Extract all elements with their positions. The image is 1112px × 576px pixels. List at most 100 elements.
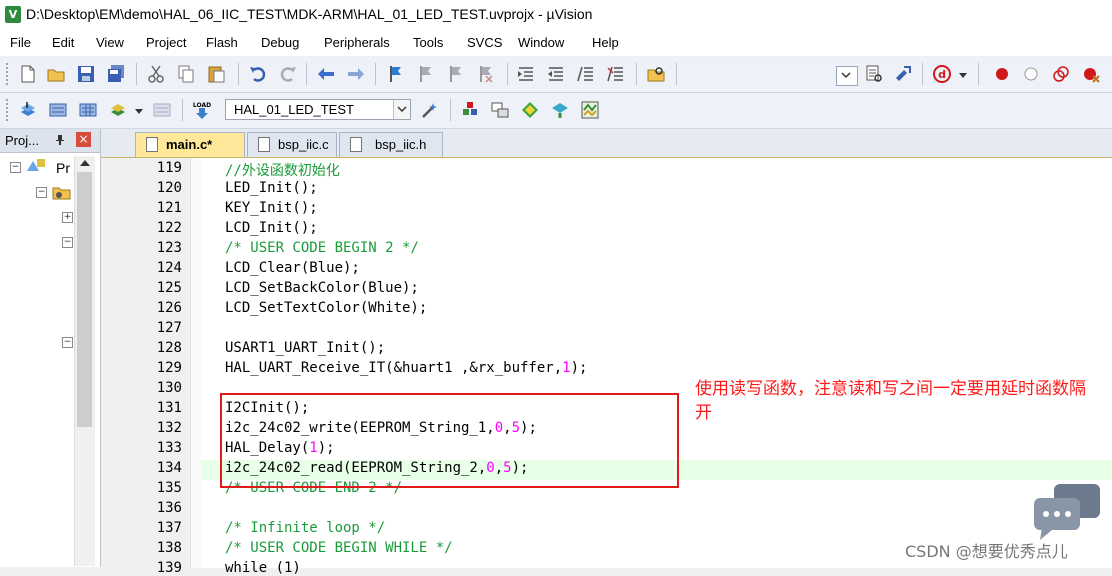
toolbar-grip[interactable]	[6, 63, 11, 85]
prev-bookmark-icon[interactable]	[416, 64, 436, 84]
tab-label: bsp_iic.c	[278, 137, 329, 152]
insert-breakpoint-icon[interactable]	[992, 64, 1012, 84]
navigate-back-icon[interactable]	[316, 64, 336, 84]
code-line: LCD_Init();	[225, 220, 318, 236]
code-line: KEY_Init();	[225, 200, 318, 216]
kill-all-breakpoints-icon[interactable]	[1081, 64, 1101, 84]
target-folder-icon	[52, 187, 71, 200]
toolbar-grip[interactable]	[6, 99, 11, 121]
search-dropdown[interactable]	[836, 66, 858, 86]
build-icon[interactable]	[48, 100, 68, 120]
project-scrollbar[interactable]	[74, 156, 95, 566]
tree-collapse-icon[interactable]: −	[62, 337, 73, 348]
translate-icon[interactable]	[18, 100, 38, 120]
line-number: 122	[156, 220, 182, 236]
close-icon[interactable]: ×	[76, 132, 91, 147]
download-load-icon[interactable]: LOAD	[192, 100, 212, 120]
scrollbar-thumb[interactable]	[77, 172, 92, 427]
tree-collapse-icon[interactable]: −	[62, 237, 73, 248]
indent-icon[interactable]	[516, 64, 536, 84]
pin-icon[interactable]	[54, 134, 66, 146]
batch-build-icon[interactable]	[108, 100, 128, 120]
chevron-down-icon[interactable]	[958, 72, 968, 80]
menu-edit[interactable]: Edit	[52, 35, 74, 50]
unindent-icon[interactable]	[546, 64, 566, 84]
code-line: HAL_UART_Receive_IT(&huart1 ,&rx_buffer,…	[225, 360, 587, 376]
stop-build-icon[interactable]	[152, 100, 172, 120]
project-root-label[interactable]: Pr	[56, 160, 70, 176]
menu-peripherals[interactable]: Peripherals	[324, 35, 390, 50]
file-icon	[146, 137, 158, 152]
fold-margin	[190, 158, 201, 568]
menu-view[interactable]: View	[96, 35, 124, 50]
code-line: //外设函数初始化	[225, 163, 340, 179]
line-number: 126	[156, 300, 182, 316]
tree-collapse-icon[interactable]: −	[10, 162, 21, 173]
comment-selection-icon[interactable]	[576, 64, 596, 84]
navigate-forward-icon[interactable]	[346, 64, 366, 84]
code-token: );	[570, 360, 588, 376]
line-number: 137	[156, 520, 182, 536]
line-number: 129	[156, 360, 182, 376]
build-toolbar: LOAD HAL_01_LED_TEST	[0, 93, 1112, 129]
menu-file[interactable]: File	[10, 35, 31, 50]
tree-expand-icon[interactable]: +	[62, 212, 73, 223]
incremental-find-icon[interactable]	[864, 64, 884, 84]
undo-icon[interactable]	[248, 64, 268, 84]
browse-icon[interactable]	[893, 64, 913, 84]
tab-bsp-iic-h[interactable]: bsp_iic.h	[339, 132, 443, 157]
code-line: USART1_UART_Init();	[225, 340, 386, 356]
line-number: 127	[156, 320, 182, 336]
rebuild-icon[interactable]	[78, 100, 98, 120]
chat-bubble-icon[interactable]	[1032, 482, 1104, 542]
svg-text:d: d	[938, 68, 946, 81]
menu-help[interactable]: Help	[592, 35, 619, 50]
file-icon	[350, 137, 362, 152]
copy-icon[interactable]	[176, 64, 196, 84]
tab-main-c[interactable]: main.c*	[135, 132, 245, 157]
new-file-icon[interactable]	[18, 64, 38, 84]
code-editor[interactable]: 119 //外设函数初始化 120 LED_Init(); 121 KEY_Init();…	[101, 157, 1112, 576]
menu-tools[interactable]: Tools	[413, 35, 443, 50]
find-in-files-icon[interactable]	[646, 64, 666, 84]
chevron-down-icon[interactable]	[134, 108, 144, 116]
debug-session-icon[interactable]: d	[932, 64, 952, 84]
code-line: /* Infinite loop */	[225, 520, 386, 536]
menu-flash[interactable]: Flash	[206, 35, 238, 50]
cut-icon[interactable]	[146, 64, 166, 84]
target-options-icon[interactable]	[420, 100, 440, 120]
tab-bsp-iic-c[interactable]: bsp_iic.c	[247, 132, 337, 157]
toolbar-separator	[636, 63, 637, 85]
target-select[interactable]: HAL_01_LED_TEST	[225, 99, 411, 120]
manage-run-time-environment-icon[interactable]	[580, 100, 600, 120]
line-number: 130	[156, 380, 182, 396]
bookmark-icon[interactable]	[386, 64, 406, 84]
numeric-literal: 1	[562, 360, 571, 376]
menu-debug[interactable]: Debug	[261, 35, 299, 50]
target-select-dropdown[interactable]	[393, 100, 410, 119]
line-number: 132	[156, 420, 182, 436]
paste-icon[interactable]	[206, 64, 226, 84]
line-number: 131	[156, 400, 182, 416]
project-panel: Proj... × − Pr − + − −	[0, 129, 101, 567]
clear-bookmarks-icon[interactable]	[476, 64, 496, 84]
disable-breakpoint-icon[interactable]	[1021, 64, 1041, 84]
menu-svcs[interactable]: SVCS	[467, 35, 502, 50]
tree-collapse-icon[interactable]: −	[36, 187, 47, 198]
menu-window[interactable]: Window	[518, 35, 564, 50]
redo-icon[interactable]	[278, 64, 298, 84]
pack-installer-icon[interactable]	[550, 100, 570, 120]
uncomment-selection-icon[interactable]	[606, 64, 626, 84]
next-bookmark-icon[interactable]	[446, 64, 466, 84]
select-packs-icon[interactable]	[520, 100, 540, 120]
open-folder-icon[interactable]	[46, 64, 66, 84]
toolbar-separator	[375, 63, 376, 85]
file-extensions-icon[interactable]	[490, 100, 510, 120]
disable-all-breakpoints-icon[interactable]	[1051, 64, 1071, 84]
save-all-icon[interactable]	[106, 64, 126, 84]
save-icon[interactable]	[76, 64, 96, 84]
scroll-up-icon[interactable]	[79, 158, 91, 168]
manage-project-items-icon[interactable]	[460, 100, 480, 120]
menu-project[interactable]: Project	[146, 35, 186, 50]
annotation-text: 使用读写函数，注意读和写之间一定要用延时函数隔开	[695, 379, 1086, 423]
